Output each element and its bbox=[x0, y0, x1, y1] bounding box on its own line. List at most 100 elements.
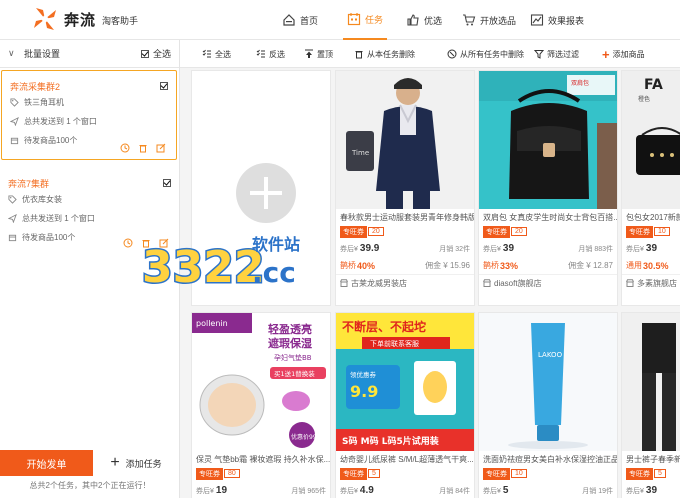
nav-task[interactable]: 任务 bbox=[343, 0, 388, 40]
banner-sub: 孕妇气垫BB bbox=[274, 353, 312, 362]
price-row: 券后¥ 39 月销 883件 bbox=[479, 240, 617, 257]
coupon-row: 专旺券 5 bbox=[622, 465, 680, 482]
add-product-button[interactable]: + 添加商品 bbox=[602, 40, 645, 68]
shop-name[interactable]: diasoft旗舰店 bbox=[494, 278, 542, 289]
checklist-icon bbox=[256, 49, 265, 58]
commission-rate: 40% bbox=[357, 260, 376, 271]
price-label: 券后¥ bbox=[483, 245, 501, 253]
coupon-value: 80 bbox=[224, 469, 240, 478]
brand-text: LAKOO bbox=[538, 351, 563, 359]
shop-name[interactable]: 多素旗舰店 bbox=[637, 278, 677, 289]
shop-row: diasoft旗舰店 bbox=[479, 274, 617, 291]
commission-amount: 佣金 ¥ 12.87 bbox=[568, 261, 613, 270]
product-image[interactable]: pollenin 轻盈透亮 遮瑕保湿 孕妇气垫BB 买1送1替换装 优惠价99.… bbox=[192, 313, 330, 451]
select-all-checkbox[interactable] bbox=[140, 49, 149, 58]
product-card[interactable]: LAKOO 洗面奶祛痘男女美白补水保湿控油正品... 专旺券 10 券后¥ 5 … bbox=[478, 312, 618, 498]
product-title[interactable]: 幼奇婴儿纸尿裤 S/M/L超薄透气干爽... bbox=[336, 451, 474, 465]
svg-text:9.9: 9.9 bbox=[350, 382, 378, 401]
brand-name: 奔流 bbox=[64, 12, 97, 29]
clock-icon[interactable] bbox=[123, 238, 133, 248]
nav-selected-label: 优选 bbox=[424, 15, 443, 26]
product-title[interactable]: 春秋款男士运动服套装男青年修身韩版... bbox=[336, 209, 474, 223]
product-image[interactable]: FA 橙色 bbox=[622, 71, 680, 209]
edit-icon[interactable] bbox=[156, 143, 166, 153]
price-row: 券后¥ 39 bbox=[622, 482, 680, 498]
product-card[interactable]: Time 春秋款男士运动服套装男青年修身韩版... 专旺券 20 券后¥ 39.… bbox=[335, 70, 475, 306]
filter-button[interactable]: 筛选过滤 bbox=[534, 40, 579, 68]
product-image[interactable]: LAKOO bbox=[479, 313, 617, 451]
task-send-info: 总共发送到 1 个窗口 bbox=[24, 117, 97, 126]
shop-icon bbox=[626, 279, 634, 287]
trash-icon[interactable] bbox=[138, 143, 148, 153]
coupon-value: 5 bbox=[368, 469, 380, 478]
product-title[interactable]: 保灵 气垫bb霜 裸妆遮瑕 持久补水保... bbox=[192, 451, 330, 465]
nav-report[interactable]: 效果报表 bbox=[530, 0, 584, 40]
product-card[interactable]: 男士裤子春季新款... 专旺券 5 券后¥ 39 bbox=[621, 312, 680, 498]
trash-icon[interactable] bbox=[141, 238, 151, 248]
calendar-icon bbox=[347, 13, 361, 26]
product-card[interactable]: 双肩包 双肩包 女真皮学生时尚女士背包百搭... 专旺券 20 券后¥ 39 月… bbox=[478, 70, 618, 306]
product-title[interactable]: 洗面奶祛痘男女美白补水保湿控油正品... bbox=[479, 451, 617, 465]
banner-sub: 下单前联系客服 bbox=[370, 339, 419, 348]
nav-home[interactable]: 首页 bbox=[282, 0, 318, 40]
task-group[interactable]: 奔流采集群2 铁三角耳机 总共发送到 1 个窗口 待发商品100个 bbox=[1, 70, 177, 160]
product-title[interactable]: 双肩包 女真皮学生时尚女士背包百搭... bbox=[479, 209, 617, 223]
top-header: 奔流 淘客助手 首页 任务 优选 开放选品 效果报表 bbox=[0, 0, 680, 40]
select-all-products-button[interactable]: 全选 bbox=[202, 40, 231, 68]
delete-from-task-button[interactable]: 从本任务删除 bbox=[354, 40, 415, 68]
task-group-title: 奔流7集群 bbox=[8, 178, 50, 189]
edit-icon[interactable] bbox=[159, 238, 169, 248]
price-row: 券后¥ 19 月销 965件 bbox=[192, 482, 330, 498]
chevron-down-icon[interactable]: ∨ bbox=[8, 48, 20, 59]
task-keyword-row: 铁三角耳机 bbox=[10, 93, 168, 112]
product-card[interactable]: 不断层、不起坨 下单前联系客服 领优惠券 9.9 S码 M码 L码5片试用装 幼… bbox=[335, 312, 475, 498]
product-card[interactable]: FA 橙色 包包女2017新款... 专旺券 10 券后¥ 39 通用 30.5… bbox=[621, 70, 680, 306]
start-sending-button[interactable]: 开始发单 bbox=[0, 450, 93, 476]
product-card[interactable]: pollenin 轻盈透亮 遮瑕保湿 孕妇气垫BB 买1送1替换装 优惠价99.… bbox=[191, 312, 331, 498]
banner-price: 优惠价99.0 bbox=[291, 433, 323, 441]
filter-icon bbox=[534, 50, 544, 59]
clock-icon[interactable] bbox=[120, 143, 130, 153]
add-task-button[interactable]: + 添加任务 bbox=[93, 450, 179, 476]
product-price: 39 bbox=[645, 243, 658, 254]
pin-top-button[interactable]: 置顶 bbox=[304, 40, 333, 68]
task-group-checkbox[interactable] bbox=[163, 179, 171, 187]
product-image[interactable]: Time bbox=[336, 71, 474, 209]
batch-settings-label[interactable]: 批量设置 bbox=[24, 47, 60, 60]
add-product-card[interactable] bbox=[191, 70, 331, 306]
nav-open-products[interactable]: 开放选品 bbox=[462, 0, 516, 40]
coupon-row: 专旺券 10 bbox=[622, 223, 680, 240]
task-keyword: 优衣库女装 bbox=[22, 195, 62, 204]
nav-report-label: 效果报表 bbox=[548, 15, 585, 26]
product-title[interactable]: 男士裤子春季新款... bbox=[622, 451, 680, 465]
product-image[interactable]: 不断层、不起坨 下单前联系客服 领优惠券 9.9 S码 M码 L码5片试用装 bbox=[336, 313, 474, 451]
box-icon bbox=[8, 234, 17, 242]
task-keyword-row: 优衣库女装 bbox=[8, 190, 171, 209]
task-group[interactable]: 奔流7集群 优衣库女装 总共发送到 1 个窗口 待发商品100个 bbox=[0, 168, 179, 254]
monthly-sales: 月销 883件 bbox=[578, 245, 613, 253]
commission-row: 鹊桥 33% 佣金 ¥ 12.87 bbox=[479, 257, 617, 274]
task-send-row: 总共发送到 1 个窗口 bbox=[8, 209, 171, 228]
coupon-row: 专旺券 20 bbox=[336, 223, 474, 240]
task-group-checkbox[interactable] bbox=[160, 82, 168, 90]
coupon-value: 10 bbox=[511, 469, 527, 478]
product-image[interactable]: 双肩包 bbox=[479, 71, 617, 209]
product-image[interactable] bbox=[622, 313, 680, 451]
banner-title-1: 轻盈透亮 bbox=[268, 322, 312, 336]
add-circle-icon[interactable] bbox=[236, 163, 296, 223]
shop-name[interactable]: 古莱龙威男装店 bbox=[351, 278, 407, 289]
delete-from-all-button[interactable]: 从所有任务中删除 bbox=[447, 40, 524, 68]
task-actions bbox=[123, 238, 169, 248]
coupon-value: 20 bbox=[368, 227, 384, 236]
product-title[interactable]: 包包女2017新款... bbox=[622, 209, 680, 223]
invert-selection-button[interactable]: 反选 bbox=[256, 40, 285, 68]
price-row: 券后¥ 39.9 月销 32件 bbox=[336, 240, 474, 257]
box-icon bbox=[10, 137, 19, 145]
app-window: 奔流 淘客助手 首页 任务 优选 开放选品 效果报表 ∨ 批量设置 全选 奔流采… bbox=[0, 0, 680, 498]
filter-label: 筛选过滤 bbox=[547, 49, 579, 59]
select-all-tasks[interactable]: 全选 bbox=[140, 47, 171, 60]
svg-text:双肩包: 双肩包 bbox=[571, 79, 589, 87]
nav-selected[interactable]: 优选 bbox=[406, 0, 442, 40]
coupon-value: 10 bbox=[654, 227, 670, 236]
to-top-icon bbox=[305, 49, 313, 58]
